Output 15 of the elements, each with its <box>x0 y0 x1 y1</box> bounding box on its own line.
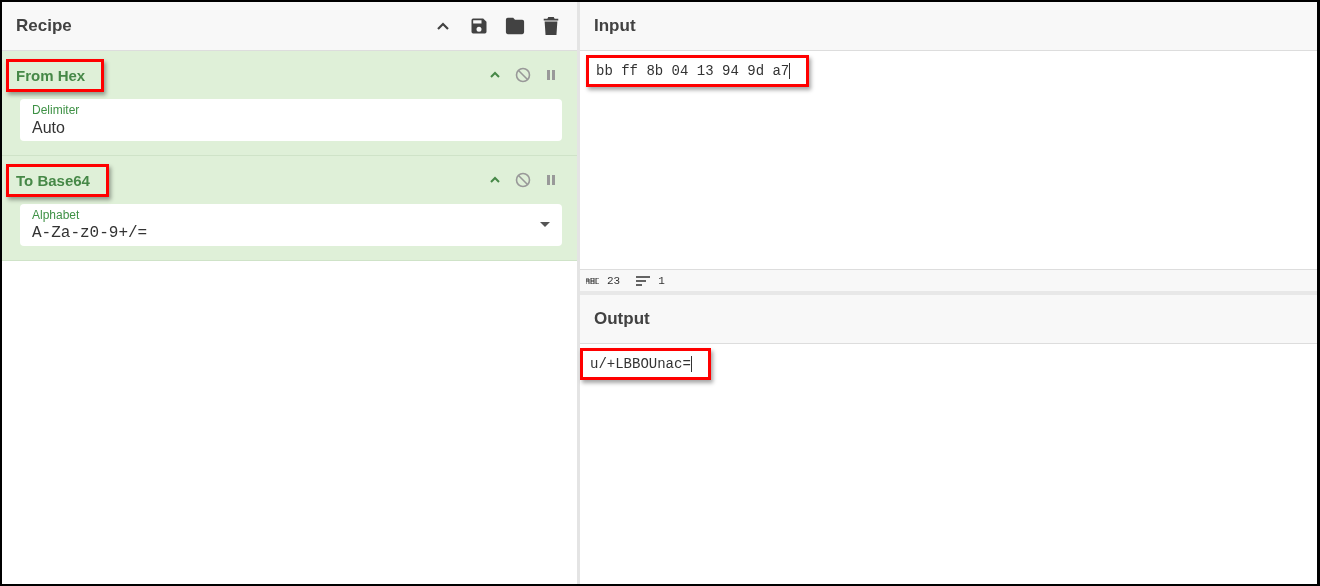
input-field[interactable]: bb ff 8b 04 13 94 9d a7 <box>580 51 1317 269</box>
lines-icon <box>636 275 651 286</box>
length-icon <box>586 277 599 284</box>
operation-name: From Hex <box>16 66 86 84</box>
panel-title: Recipe <box>16 16 73 36</box>
caret-icon <box>540 222 550 228</box>
panel-title: Output <box>594 309 651 329</box>
input-field[interactable]: Delimiter Auto <box>20 99 562 141</box>
line-count: 1 <box>658 274 665 287</box>
operation-name: To Base64 <box>16 171 90 189</box>
output-text: u/+LBBOUnac= <box>590 356 692 372</box>
input-text: bb ff 8b 04 13 94 9d a7 <box>596 63 791 79</box>
dropdown-field[interactable]: Alphabet A-Za-z0-9+/= <box>20 204 562 246</box>
length-count: 23 <box>607 274 621 287</box>
panel-title: Input <box>594 16 637 36</box>
